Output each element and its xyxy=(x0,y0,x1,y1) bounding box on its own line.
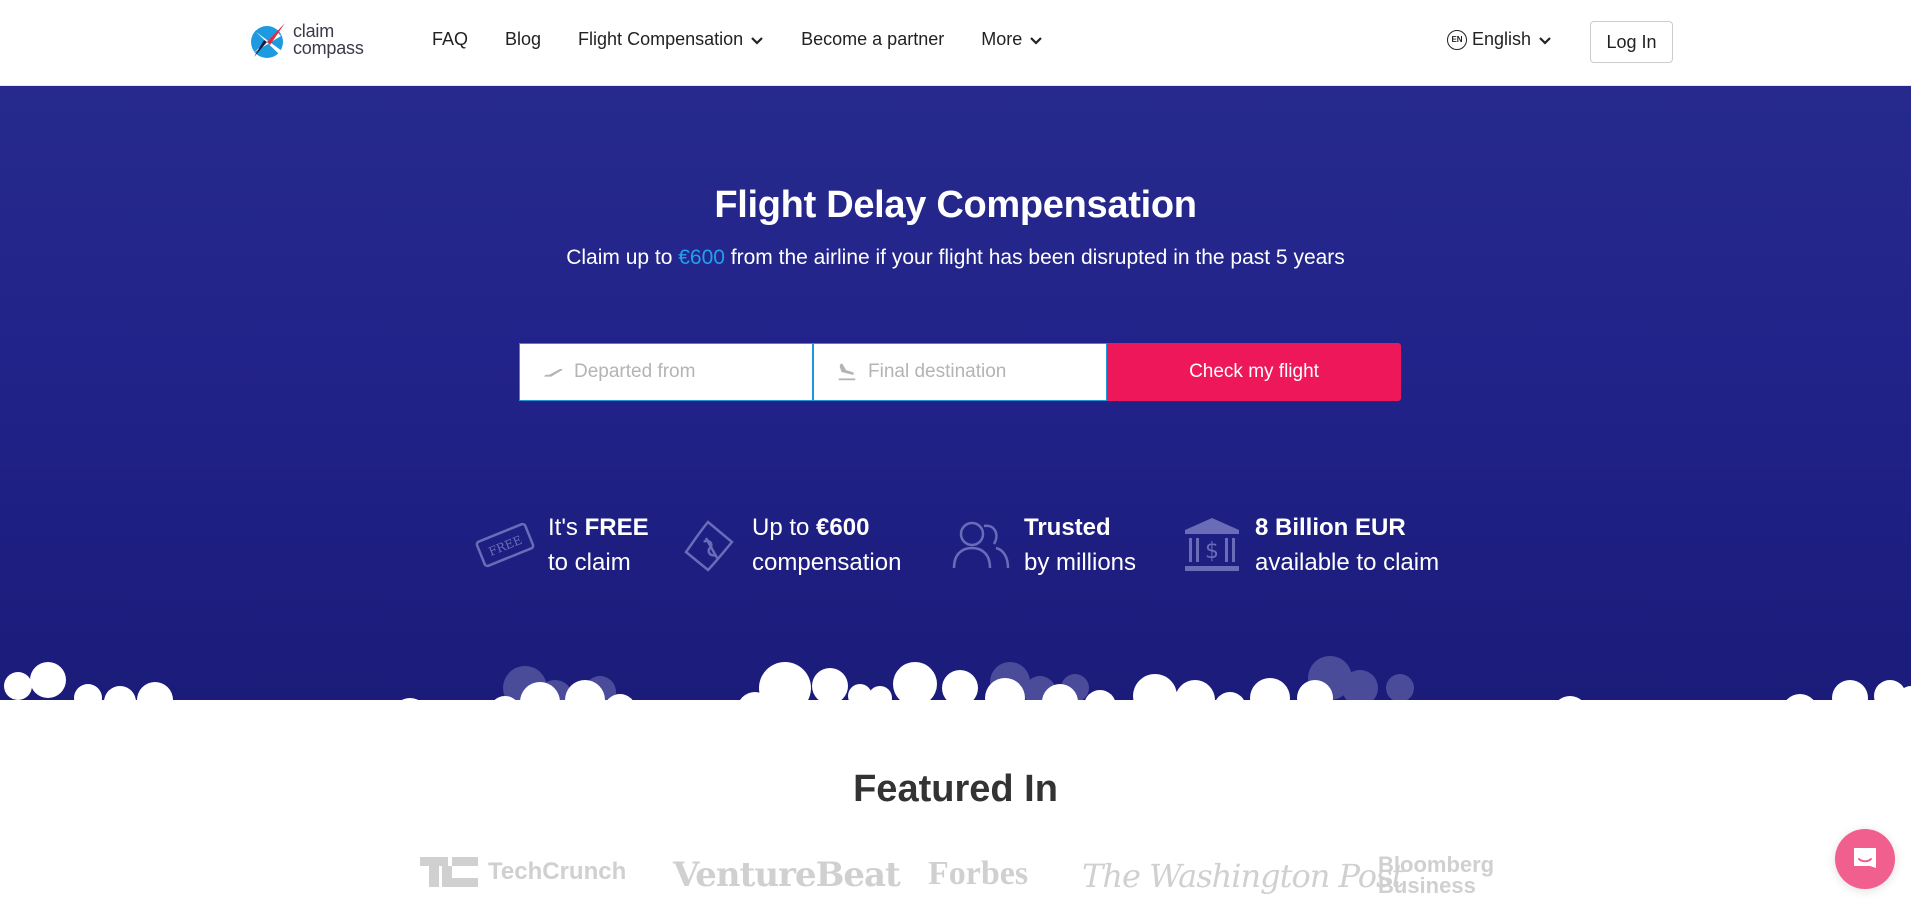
feature-billion-line2: available to claim xyxy=(1255,549,1440,576)
nav-blog-label: Blog xyxy=(505,29,542,49)
users-icon xyxy=(952,521,1010,569)
language-selector[interactable]: EN English xyxy=(1447,29,1552,50)
page-title: Flight Delay Compensation xyxy=(714,184,1197,226)
hero-subtitle: Claim up to €600 from the airline if you… xyxy=(0,246,1911,270)
compass-logo-icon xyxy=(251,23,285,58)
feature-trusted-line2: by millions xyxy=(1024,549,1137,576)
feature-compensation-line2: compensation xyxy=(752,549,902,576)
nav-flight-compensation-label: Flight Compensation xyxy=(578,29,744,49)
nav-more[interactable]: More xyxy=(981,29,1043,50)
plane-takeoff-icon xyxy=(543,368,563,377)
chevron-down-icon xyxy=(751,36,763,45)
feature-billion-bold: 8 Billion EUR xyxy=(1255,514,1406,541)
techcrunch-logo: TechCrunch xyxy=(420,857,626,887)
cloud-divider xyxy=(0,656,1911,760)
chevron-down-icon xyxy=(1030,36,1043,45)
departed-from-field[interactable] xyxy=(519,343,813,401)
feature-compensation-text: Up to €600 compensation xyxy=(752,510,901,580)
language-code-icon: EN xyxy=(1447,29,1467,50)
feature-compensation-pre: Up to xyxy=(752,514,817,541)
money-bill-icon xyxy=(684,520,734,572)
chat-widget-button[interactable] xyxy=(1835,829,1895,889)
feature-free: FREE It's FREE to claim xyxy=(474,510,649,580)
feature-trusted: Trusted by millions xyxy=(950,510,1136,580)
subtitle-post: from the airline if your flight has been… xyxy=(724,246,1345,269)
nav-flight-compensation[interactable]: Flight Compensation xyxy=(578,29,764,50)
nav-become-partner[interactable]: Become a partner xyxy=(801,29,944,50)
forbes-logo: Forbes xyxy=(928,855,1029,892)
washington-post-logo: The Washington Post xyxy=(1082,857,1404,895)
feature-compensation-bold: €600 xyxy=(816,514,870,541)
login-button[interactable]: Log In xyxy=(1590,21,1673,63)
subtitle-amount: €600 xyxy=(678,246,725,269)
nav-become-partner-label: Become a partner xyxy=(801,29,945,49)
bank-icon: $ xyxy=(1185,518,1239,571)
bloomberg-line1: Bloomberg xyxy=(1378,852,1495,877)
feature-billion-text: 8 Billion EUR available to claim xyxy=(1255,510,1439,580)
feature-free-text: It's FREE to claim xyxy=(548,510,649,580)
claimcompass-logo[interactable]: claim compass xyxy=(248,19,364,61)
check-my-flight-button[interactable]: Check my flight xyxy=(1107,343,1401,401)
feature-trusted-bold: Trusted xyxy=(1024,514,1111,541)
svg-text:$: $ xyxy=(1205,539,1219,564)
free-ticket-icon: FREE xyxy=(475,522,535,568)
featured-in-title: Featured In xyxy=(853,768,1058,810)
chevron-down-icon xyxy=(1539,36,1551,45)
feature-free-pre: It's xyxy=(548,514,585,541)
plane-landing-icon xyxy=(838,363,856,381)
feature-free-line2: to claim xyxy=(548,549,631,576)
chat-icon xyxy=(1854,848,1876,868)
final-destination-field[interactable] xyxy=(813,343,1107,401)
feature-compensation: Up to €600 compensation xyxy=(678,510,901,580)
nav-more-label: More xyxy=(981,29,1023,49)
brand-line2: compass xyxy=(293,38,364,58)
press-logos: TechCrunch VentureBeat Forbes The Washin… xyxy=(0,852,1911,906)
main-menu: FAQ Blog Flight Compensation Become a pa… xyxy=(432,29,1080,50)
feature-free-bold: FREE xyxy=(584,514,649,541)
flight-search-form: Check my flight xyxy=(519,343,1401,401)
nav-faq-label: FAQ xyxy=(432,29,469,49)
nav-blog[interactable]: Blog xyxy=(505,29,541,50)
bloomberg-business-logo: Bloomberg Business xyxy=(1378,852,1495,898)
techcrunch-label: TechCrunch xyxy=(488,858,627,885)
bloomberg-line2: Business xyxy=(1378,873,1476,898)
final-destination-input[interactable] xyxy=(868,361,1098,383)
nav-faq[interactable]: FAQ xyxy=(432,29,468,50)
techcrunch-mark-icon xyxy=(420,857,478,887)
feature-billion: $ 8 Billion EUR available to claim xyxy=(1181,510,1439,580)
language-label: English xyxy=(1472,29,1532,49)
brand-name: claim compass xyxy=(293,22,364,58)
top-navigation: claim compass FAQ Blog Flight Compensati… xyxy=(0,0,1911,86)
subtitle-pre: Claim up to xyxy=(566,246,679,269)
venturebeat-logo: VentureBeat xyxy=(673,855,901,895)
feature-trusted-text: Trusted by millions xyxy=(1024,510,1136,580)
front-clouds xyxy=(0,662,1911,760)
departed-from-input[interactable] xyxy=(574,361,804,383)
